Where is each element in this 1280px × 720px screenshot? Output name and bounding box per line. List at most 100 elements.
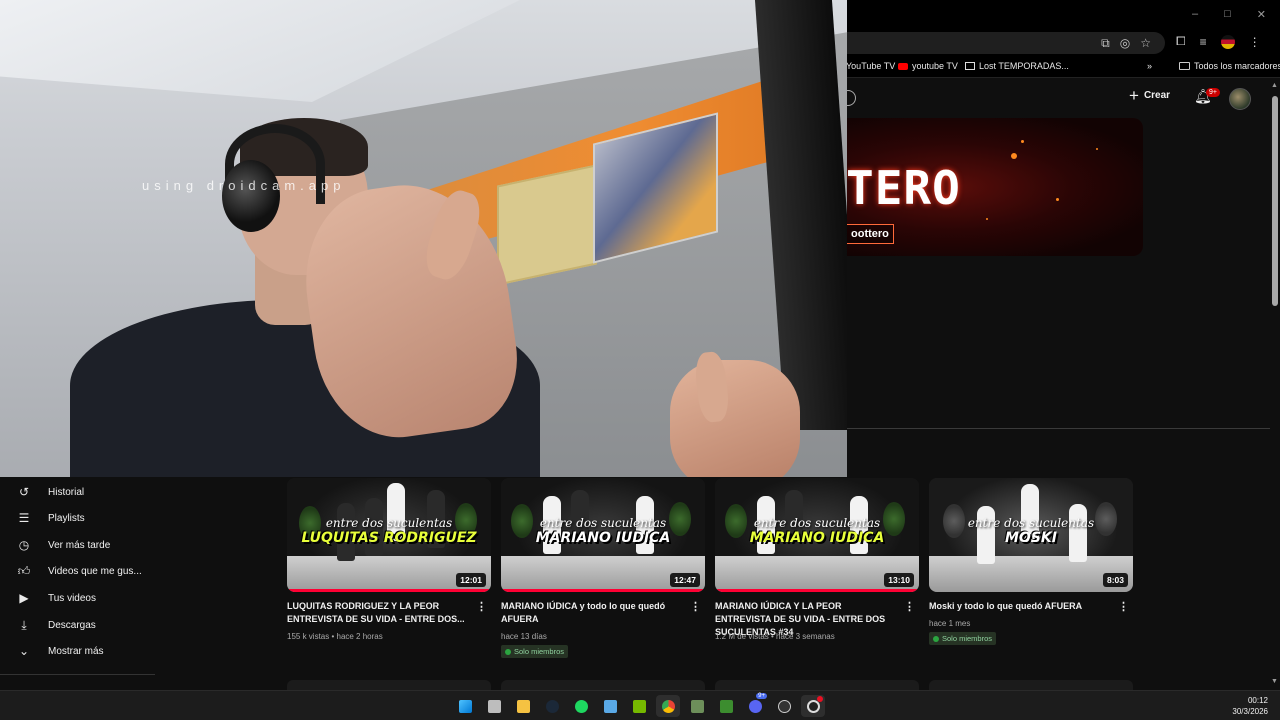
- app-button[interactable]: [772, 695, 796, 717]
- video-title[interactable]: Moski y todo lo que quedó AFUERA: [929, 600, 1109, 613]
- download-icon: ⤓: [21, 617, 27, 632]
- poster: [497, 164, 597, 286]
- profile-icon[interactable]: [1220, 34, 1235, 49]
- task-view-button[interactable]: [482, 695, 506, 717]
- thumbnail-script-text: entre dos suculentas: [539, 516, 667, 530]
- members-label: Solo miembros: [942, 634, 993, 643]
- steam-icon: [545, 699, 559, 713]
- more-options-icon[interactable]: ⋮: [904, 600, 915, 613]
- minecraft-button[interactable]: [714, 695, 738, 717]
- history-icon: ↺: [18, 485, 30, 499]
- spark: [1096, 148, 1098, 150]
- bookmark-youtube-tv-2[interactable]: youtube TV: [898, 61, 958, 71]
- all-bookmarks-label: Todos los marcadores: [1194, 61, 1280, 71]
- browser-menu-icon[interactable]: ⋮: [1249, 35, 1261, 49]
- notepad-button[interactable]: [598, 695, 622, 717]
- video-thumbnail[interactable]: entre dos suculentas LUQUITAS RODRIGUEZ …: [287, 478, 491, 592]
- sidebar-item-downloads[interactable]: ⤓ Descargas: [0, 612, 155, 638]
- video-card[interactable]: entre dos suculentas MARIANO IUDICA 13:1…: [715, 478, 919, 641]
- app-icon: [777, 699, 791, 713]
- scroll-up-icon[interactable]: ▲: [1271, 82, 1278, 89]
- webcam-overlay: using droidcam.app: [0, 0, 847, 477]
- channel-banner: TERO oottero: [846, 118, 1143, 256]
- bookmark-label: YouTube TV: [846, 61, 896, 71]
- bookmark-youtube-tv-1[interactable]: YouTube TV: [846, 61, 895, 71]
- sidebar-item-historial[interactable]: ↺ Historial: [0, 479, 155, 505]
- bookmark-label: Lost TEMPORADAS...: [979, 61, 1069, 71]
- sidebar-item-watch-later[interactable]: ◷ Ver más tarde: [0, 532, 155, 558]
- sidebar-item-show-more[interactable]: ⌄ Mostrar más: [0, 638, 155, 664]
- video-meta: 1.2 M de vistas • hace 3 semanas: [715, 632, 835, 641]
- more-options-icon[interactable]: ⋮: [1118, 600, 1129, 613]
- sidebar-item-your-videos[interactable]: ▶ Tus videos: [0, 585, 155, 611]
- app-button[interactable]: [685, 695, 709, 717]
- film-icon: [965, 62, 975, 70]
- playlist-icon: ☰: [18, 511, 30, 525]
- bookmarks-overflow-button[interactable]: »: [1147, 61, 1152, 71]
- folder-icon: [1179, 62, 1190, 70]
- more-options-icon[interactable]: ⋮: [690, 600, 701, 613]
- video-thumbnail[interactable]: entre dos suculentas MARIANO IUDICA 13:1…: [715, 478, 919, 592]
- all-bookmarks-button[interactable]: Todos los marcadores: [1179, 61, 1280, 71]
- video-card[interactable]: entre dos suculentas MOSKI 8:03 Moski y …: [929, 478, 1133, 645]
- video-card[interactable]: entre dos suculentas MARIANO IUDICA 12:4…: [501, 478, 705, 658]
- window-controls: – □ ✕: [1192, 8, 1266, 21]
- spotify-button[interactable]: [569, 695, 593, 717]
- obs-button[interactable]: [801, 695, 825, 717]
- watch-progress-bar: [715, 589, 919, 592]
- sidebar-item-liked-videos[interactable]: 👍︎ Videos que me gus...: [0, 558, 155, 584]
- scrollbar-thumb[interactable]: [1272, 96, 1278, 306]
- video-title[interactable]: MARIANO IÚDICA y todo lo que quedó AFUER…: [501, 600, 681, 626]
- youtube-header: + Crear 🔔︎ 9+: [840, 80, 1280, 120]
- sidebar-item-playlists[interactable]: ☰ Playlists: [0, 505, 155, 531]
- nvidia-button[interactable]: [627, 695, 651, 717]
- extensions-icon[interactable]: ⧠: [1176, 34, 1186, 49]
- account-avatar[interactable]: [1229, 88, 1251, 110]
- create-button[interactable]: + Crear: [1129, 87, 1170, 104]
- start-button[interactable]: [453, 695, 477, 717]
- watch-progress-bar: [501, 589, 705, 592]
- close-window-button[interactable]: ✕: [1257, 8, 1266, 21]
- main-content-area: [846, 256, 1270, 476]
- windows-taskbar: 9+ 00:12 30/3/2026: [0, 690, 1280, 720]
- spotify-icon: [574, 699, 588, 713]
- thumbnail-guest-name: MOSKI: [1005, 530, 1057, 546]
- banner-title: TERO: [846, 161, 961, 215]
- video-card[interactable]: entre dos suculentas LUQUITAS RODRIGUEZ …: [287, 478, 491, 641]
- system-clock[interactable]: 00:12 30/3/2026: [1232, 695, 1268, 717]
- video-card-peek[interactable]: [501, 680, 705, 690]
- discord-button[interactable]: 9+: [743, 693, 767, 717]
- scroll-down-icon[interactable]: ▼: [1271, 678, 1278, 685]
- maximize-button[interactable]: □: [1224, 8, 1231, 21]
- file-explorer-button[interactable]: [511, 695, 535, 717]
- members-only-badge: Solo miembros: [501, 645, 569, 658]
- nvidia-icon: [632, 699, 646, 713]
- minimize-button[interactable]: –: [1192, 8, 1198, 21]
- thumbnail-guest-name: MARIANO IUDICA: [535, 530, 671, 546]
- sidebar-item-label: Mostrar más: [48, 645, 104, 657]
- more-options-icon[interactable]: ⋮: [476, 600, 487, 613]
- video-card-peek[interactable]: [287, 680, 491, 690]
- page-scrollbar[interactable]: ▲ ▼: [1270, 80, 1280, 690]
- clock-icon: ◷: [18, 538, 30, 552]
- minecraft-icon: [719, 699, 733, 713]
- install-app-icon[interactable]: ⧉: [1101, 36, 1110, 51]
- thumbnail-guest-name: LUQUITAS RODRIGUEZ: [301, 530, 477, 546]
- sidebar-item-label: Tus videos: [48, 592, 96, 604]
- windows-icon: [458, 699, 472, 713]
- bookmark-lost[interactable]: Lost TEMPORADAS...: [965, 61, 1069, 71]
- bookmark-label: youtube TV: [912, 61, 958, 71]
- youtube-icon: [898, 62, 908, 70]
- video-card-peek[interactable]: [929, 680, 1133, 690]
- video-title[interactable]: LUQUITAS RODRIGUEZ Y LA PEOR ENTREVISTA …: [287, 600, 467, 626]
- eye-off-icon[interactable]: ◎: [1120, 36, 1130, 51]
- reading-list-icon[interactable]: ≡: [1200, 35, 1207, 49]
- video-thumbnail[interactable]: entre dos suculentas MOSKI 8:03: [929, 478, 1133, 592]
- steam-button[interactable]: [540, 695, 564, 717]
- bookmark-star-icon[interactable]: ☆: [1140, 36, 1151, 51]
- video-thumbnail[interactable]: entre dos suculentas MARIANO IUDICA 12:4…: [501, 478, 705, 592]
- sidebar-item-label: Descargas: [48, 619, 96, 631]
- video-card-peek[interactable]: [715, 680, 919, 690]
- video-duration: 12:47: [670, 573, 700, 587]
- chrome-button[interactable]: [656, 695, 680, 717]
